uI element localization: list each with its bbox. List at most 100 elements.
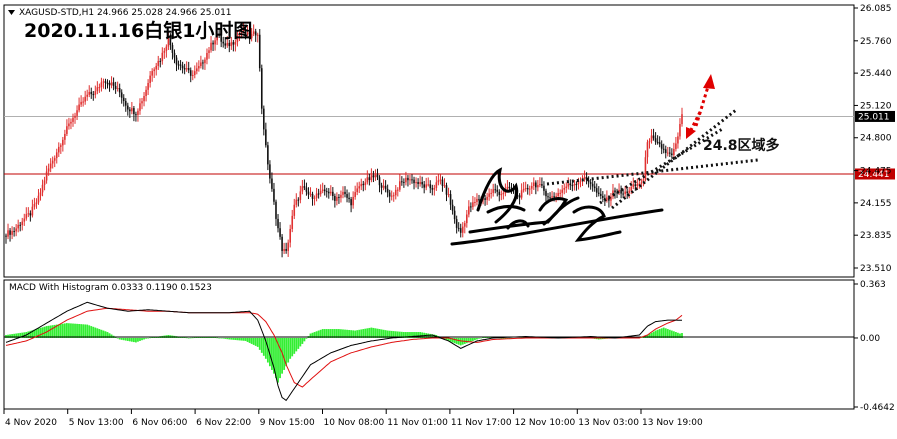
symbol-info: XAGUSD-STD,H1 24.966 25.028 24.966 25.01… bbox=[19, 8, 232, 18]
histogram-bar bbox=[143, 337, 145, 340]
histogram-bar bbox=[252, 337, 255, 345]
last-price-tag: 25.011 bbox=[855, 110, 895, 122]
histogram-bar bbox=[283, 337, 286, 370]
histogram-bar bbox=[187, 337, 190, 339]
histogram-bar bbox=[293, 337, 296, 354]
histogram-bar bbox=[92, 326, 95, 338]
histogram-bar bbox=[224, 337, 227, 339]
histogram-bar bbox=[469, 337, 472, 342]
histogram-bar bbox=[128, 337, 131, 342]
time-tick-label: 10 Nov 08:00 bbox=[324, 418, 385, 428]
histogram-bar bbox=[185, 337, 188, 339]
price-tick-label: 24.155 bbox=[860, 199, 892, 209]
histogram-bar bbox=[66, 323, 68, 338]
histogram-bar bbox=[242, 337, 245, 341]
histogram-bar bbox=[478, 337, 480, 339]
histogram-bar bbox=[120, 337, 123, 340]
histogram-bar bbox=[372, 327, 375, 338]
histogram-bar bbox=[230, 337, 233, 340]
histogram-bar bbox=[116, 337, 119, 339]
histogram-bar bbox=[216, 337, 219, 339]
histogram-bar bbox=[465, 337, 468, 344]
histogram-bar bbox=[246, 337, 249, 342]
candle bbox=[260, 64, 263, 115]
macd-panel-frame bbox=[3, 279, 855, 410]
histogram-bar bbox=[271, 337, 273, 370]
price-tick-label: 23.510 bbox=[860, 264, 892, 274]
histogram-bar bbox=[303, 337, 306, 342]
histogram-bar bbox=[457, 337, 460, 345]
chart-window[interactable]: 24.8区域多 25.011 24.441 26.085 25.760 25.440… bbox=[0, 0, 897, 435]
histogram-bar bbox=[124, 337, 127, 341]
histogram-bar bbox=[5, 335, 7, 338]
histogram-bar bbox=[141, 337, 143, 341]
histogram-bar bbox=[135, 337, 137, 343]
price-tick-label: 24.800 bbox=[860, 134, 892, 144]
histogram-bar bbox=[137, 337, 139, 342]
histogram-bar bbox=[480, 337, 482, 339]
histogram-bar bbox=[74, 323, 76, 338]
histogram-bar bbox=[130, 337, 133, 342]
macd-axis: 0.363 0.00 -0.4642 bbox=[854, 280, 895, 413]
price-tick-label: 23.835 bbox=[860, 231, 892, 241]
time-tick-label: 11 Nov 17:00 bbox=[451, 418, 512, 428]
price-tick-label: 26.085 bbox=[860, 4, 892, 14]
histogram-bar bbox=[305, 337, 308, 339]
histogram-bar bbox=[232, 337, 235, 340]
histogram-bar bbox=[41, 327, 44, 338]
histogram-bar bbox=[262, 337, 265, 356]
histogram-bar bbox=[149, 337, 152, 339]
histogram-bar bbox=[61, 323, 64, 338]
time-tick-label: 6 Nov 22:00 bbox=[196, 418, 251, 428]
macd-tick-label: 0.00 bbox=[860, 334, 880, 344]
histogram-bar bbox=[191, 337, 194, 339]
histogram-bar bbox=[220, 337, 223, 339]
svg-text:25.011: 25.011 bbox=[858, 112, 890, 122]
histogram-bar bbox=[250, 337, 253, 344]
time-tick-label: 5 Nov 13:00 bbox=[69, 418, 124, 428]
histogram-bar bbox=[240, 337, 243, 341]
zone-annotation: 24.8区域多 bbox=[703, 137, 780, 154]
histogram-bar bbox=[78, 323, 80, 338]
histogram-bar bbox=[236, 337, 239, 341]
histogram-bar bbox=[248, 337, 251, 343]
histogram-bar bbox=[226, 337, 229, 340]
histogram-bar bbox=[476, 337, 478, 340]
histogram-bar bbox=[47, 325, 50, 338]
histogram-bar bbox=[59, 323, 62, 338]
histogram-bar bbox=[301, 337, 304, 344]
price-tick-label: 25.120 bbox=[860, 101, 892, 111]
histogram-bar bbox=[295, 337, 298, 352]
histogram-bar bbox=[49, 325, 52, 338]
histogram-bar bbox=[147, 337, 149, 339]
histogram-bar bbox=[258, 337, 261, 350]
histogram-bar bbox=[94, 327, 97, 338]
histogram-bar bbox=[70, 323, 72, 338]
histogram-bar bbox=[76, 323, 78, 338]
histogram-bar bbox=[289, 337, 292, 359]
time-tick-label: 9 Nov 15:00 bbox=[260, 418, 315, 428]
candle bbox=[258, 29, 261, 72]
price-axis: 26.085 25.760 25.440 25.120 24.800 24.475 24.1… bbox=[854, 4, 892, 274]
histogram-bar bbox=[291, 337, 294, 357]
histogram-bar bbox=[256, 337, 259, 347]
histogram-bar bbox=[502, 337, 505, 339]
histogram-bar bbox=[459, 337, 462, 346]
histogram-bar bbox=[145, 337, 147, 339]
histogram-bar bbox=[238, 337, 241, 341]
time-tick-label: 13 Nov 19:00 bbox=[642, 418, 703, 428]
histogram-bar bbox=[84, 324, 87, 338]
histogram-bar bbox=[72, 323, 74, 338]
histogram-bar bbox=[189, 337, 192, 339]
histogram-bar bbox=[244, 337, 247, 341]
macd-tick-label: 0.363 bbox=[860, 280, 886, 290]
histogram-bar bbox=[90, 326, 93, 338]
histogram-bar bbox=[122, 337, 125, 341]
price-tick-label: 25.760 bbox=[860, 37, 892, 47]
macd-tick-label: -0.4642 bbox=[860, 403, 895, 413]
histogram-bar bbox=[126, 337, 129, 341]
time-tick-label: 4 Nov 2020 bbox=[5, 418, 57, 428]
histogram-bar bbox=[39, 327, 42, 338]
histogram-bar bbox=[662, 327, 665, 338]
histogram-bar bbox=[260, 337, 263, 353]
